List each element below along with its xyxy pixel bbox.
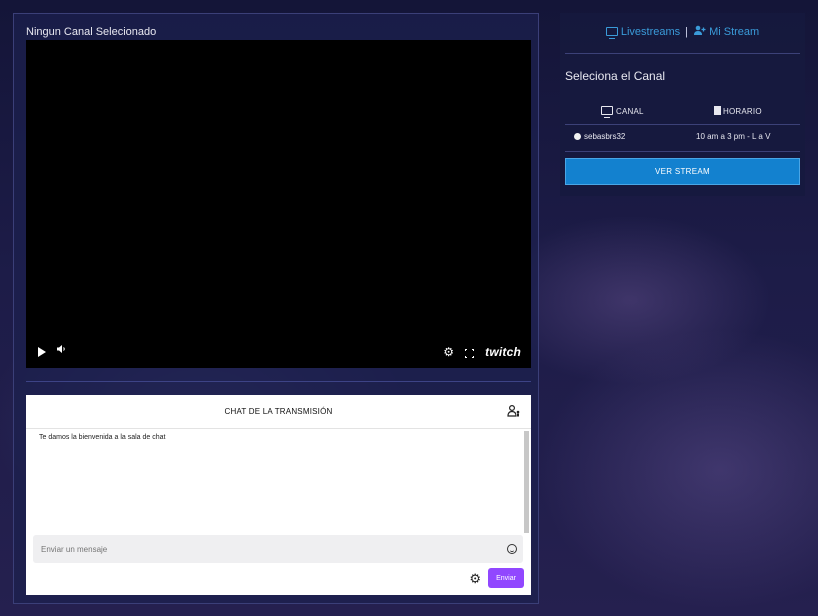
user-plus-icon: [693, 25, 706, 38]
play-icon[interactable]: [38, 347, 46, 357]
nav-livestreams[interactable]: Livestreams: [605, 26, 681, 39]
column-header-canal: CANAL: [601, 106, 644, 118]
chat-title: CHAT DE LA TRANSMISIÓN: [224, 407, 333, 416]
channel-sidebar: Livestreams | Mi Stream Seleciona el Cana…: [560, 13, 805, 196]
column-header-horario: HORARIO: [714, 106, 762, 116]
table-cell-channel: sebasbrs32: [584, 132, 626, 141]
ver-stream-button[interactable]: VER STREAM: [565, 158, 800, 185]
select-channel-title: Seleciona el Canal: [565, 69, 666, 83]
nav-separator: |: [685, 26, 689, 38]
settings-gear-icon[interactable]: ⚙: [443, 345, 454, 359]
twitch-logo[interactable]: twitch: [485, 345, 521, 359]
welcome-message: Te damos la bienvenida a la sala de chat: [39, 434, 166, 441]
monitor-icon: [605, 27, 618, 39]
video-player[interactable]: ⚙ twitch: [26, 40, 531, 368]
top-nav: Livestreams | Mi Stream: [560, 25, 805, 39]
chat-message-input[interactable]: [33, 535, 523, 563]
users-icon[interactable]: [507, 404, 521, 418]
column-header-horario-label: HORARIO: [723, 107, 762, 116]
chat-scrollbar[interactable]: [524, 431, 529, 533]
table-header-divider: [565, 124, 800, 125]
monitor-icon: [601, 106, 613, 118]
calendar-icon: [714, 106, 721, 115]
channel-title: Ningun Canal Selecionado: [26, 26, 157, 38]
send-button[interactable]: Enviar: [488, 568, 524, 588]
nav-mi-stream[interactable]: Mi Stream: [693, 25, 760, 38]
nav-livestreams-label: Livestreams: [620, 26, 681, 38]
chat-header: CHAT DE LA TRANSMISIÓN: [26, 395, 531, 429]
table-cell-schedule: 10 am a 3 pm - L a V: [696, 132, 771, 141]
stream-panel: Ningun Canal Selecionado ⚙ twitch CHAT D…: [13, 13, 539, 604]
table-row-divider: [565, 151, 800, 152]
volume-icon[interactable]: [56, 344, 66, 357]
emoji-icon[interactable]: [507, 544, 517, 554]
chat-settings-gear-icon[interactable]: ⚙: [469, 571, 481, 587]
column-header-canal-label: CANAL: [616, 107, 644, 116]
section-divider: [26, 381, 531, 382]
nav-mi-stream-label: Mi Stream: [709, 26, 760, 38]
chat-messages: Te damos la bienvenida a la sala de chat: [26, 429, 523, 535]
chat-panel: CHAT DE LA TRANSMISIÓN Te damos la bienv…: [26, 395, 531, 595]
channel-radio[interactable]: [574, 133, 581, 140]
fullscreen-icon[interactable]: [464, 348, 475, 359]
sidebar-divider: [565, 53, 800, 54]
